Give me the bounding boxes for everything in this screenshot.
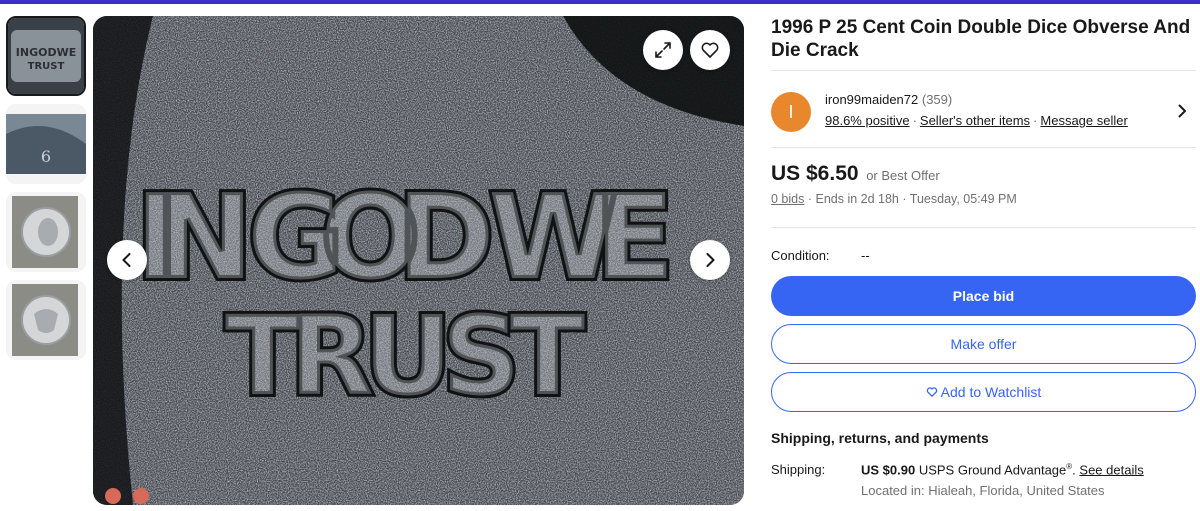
- expand-icon: [655, 42, 671, 58]
- thumbnail-2-image: 6: [6, 104, 86, 184]
- heart-icon: [701, 42, 719, 58]
- price-section: US $6.50 or Best Offer 0 bids · Ends in …: [771, 148, 1196, 227]
- expand-image-button[interactable]: [643, 30, 683, 70]
- seller-links: 98.6% positive · Seller's other items · Mess…: [825, 113, 1128, 128]
- shipping-label: Shipping:: [771, 462, 826, 477]
- price-row: US $6.50 or Best Offer: [771, 162, 1196, 186]
- watch-heart-button[interactable]: [690, 30, 730, 70]
- make-offer-button[interactable]: Make offer: [771, 324, 1196, 364]
- registered-mark: ®: [1066, 462, 1073, 471]
- coin-closeup-photo: IN GOD WE IN GOD WE TRUST TRUST: [93, 16, 744, 505]
- separator-dot: ·: [1033, 113, 1038, 128]
- thumbnail-4-image: [6, 280, 86, 360]
- thumbnail-2[interactable]: 6: [6, 104, 86, 184]
- seller-feedback-count: (359): [921, 92, 953, 107]
- bids-link[interactable]: 0 bids: [771, 192, 804, 206]
- positive-feedback-link[interactable]: 98.6% positive: [825, 113, 910, 128]
- thumbnail-list: INGODWE TRUST 6: [6, 16, 86, 368]
- shipping-cost: US $0.90: [861, 462, 916, 478]
- condition-label: Condition:: [771, 248, 830, 263]
- separator-dot: ·: [902, 192, 910, 206]
- item-details-panel: 1996 P 25 Cent Coin Double Dice Obverse …: [771, 16, 1196, 511]
- shipping-service: USPS Ground Advantage: [918, 462, 1067, 478]
- condition-value: --: [861, 248, 870, 263]
- next-image-button[interactable]: [690, 240, 730, 280]
- watchlist-label: Add to Watchlist: [940, 384, 1042, 400]
- auction-ends: Ends in 2d 18h: [815, 192, 899, 206]
- message-seller-link[interactable]: Message seller: [1040, 113, 1127, 128]
- svg-text:INGODWE: INGODWE: [16, 46, 76, 59]
- listing-title: 1996 P 25 Cent Coin Double Dice Obverse …: [771, 17, 1191, 61]
- seller-name-link[interactable]: iron99maiden72: [825, 92, 918, 107]
- shipping-row: Shipping: US $0.90 USPS Ground Advantage…: [771, 462, 1196, 511]
- svg-text:TRUST: TRUST: [28, 61, 65, 72]
- image-legend-line-1-fill: IN GOD WE: [135, 168, 675, 306]
- thumbnail-4[interactable]: [6, 280, 86, 360]
- auction-end-time: Tuesday, 05:49 PM: [909, 192, 1017, 206]
- shipping-heading: Shipping, returns, and payments: [771, 430, 989, 446]
- chevron-right-icon: [706, 253, 715, 267]
- top-accent-bar: [0, 0, 1200, 4]
- shipping-value: US $0.90 USPS Ground Advantage®. See det…: [861, 462, 1144, 478]
- thumbnail-1[interactable]: INGODWE TRUST: [6, 16, 86, 96]
- separator-dot: ·: [912, 113, 917, 128]
- current-price: US $6.50: [771, 162, 859, 185]
- heart-icon: [926, 387, 937, 397]
- place-bid-button[interactable]: Place bid: [771, 276, 1196, 316]
- add-to-watchlist-button[interactable]: Add to Watchlist: [771, 372, 1196, 412]
- seller-other-items-link[interactable]: Seller's other items: [920, 113, 1030, 128]
- condition-row: Condition: --: [771, 228, 1196, 276]
- item-location: Located in: Hialeah, Florida, United Sta…: [861, 483, 1105, 498]
- image-legend-line-2-fill: TRUST: [225, 292, 585, 420]
- chevron-left-icon: [122, 253, 131, 267]
- chevron-right-icon: [1178, 104, 1186, 118]
- seller-expand-button[interactable]: [1174, 103, 1190, 124]
- seller-avatar[interactable]: I: [771, 92, 811, 132]
- thumbnail-3[interactable]: [6, 192, 86, 272]
- seller-card: I iron99maiden72 (359) 98.6% positive · Se…: [771, 81, 1196, 147]
- main-product-image[interactable]: IN GOD WE IN GOD WE TRUST TRUST: [93, 16, 744, 505]
- see-details-link[interactable]: See details: [1079, 462, 1143, 477]
- thumbnail-3-image: [6, 192, 86, 272]
- thumbnail-1-image: INGODWE TRUST: [8, 18, 84, 94]
- divider: [771, 70, 1196, 71]
- best-offer-note: or Best Offer: [866, 168, 940, 183]
- previous-image-button[interactable]: [107, 240, 147, 280]
- svg-text:6: 6: [41, 147, 51, 166]
- seller-name-row: iron99maiden72 (359): [825, 92, 952, 107]
- bid-info-row: 0 bids · Ends in 2d 18h · Tuesday, 05:49…: [771, 192, 1196, 206]
